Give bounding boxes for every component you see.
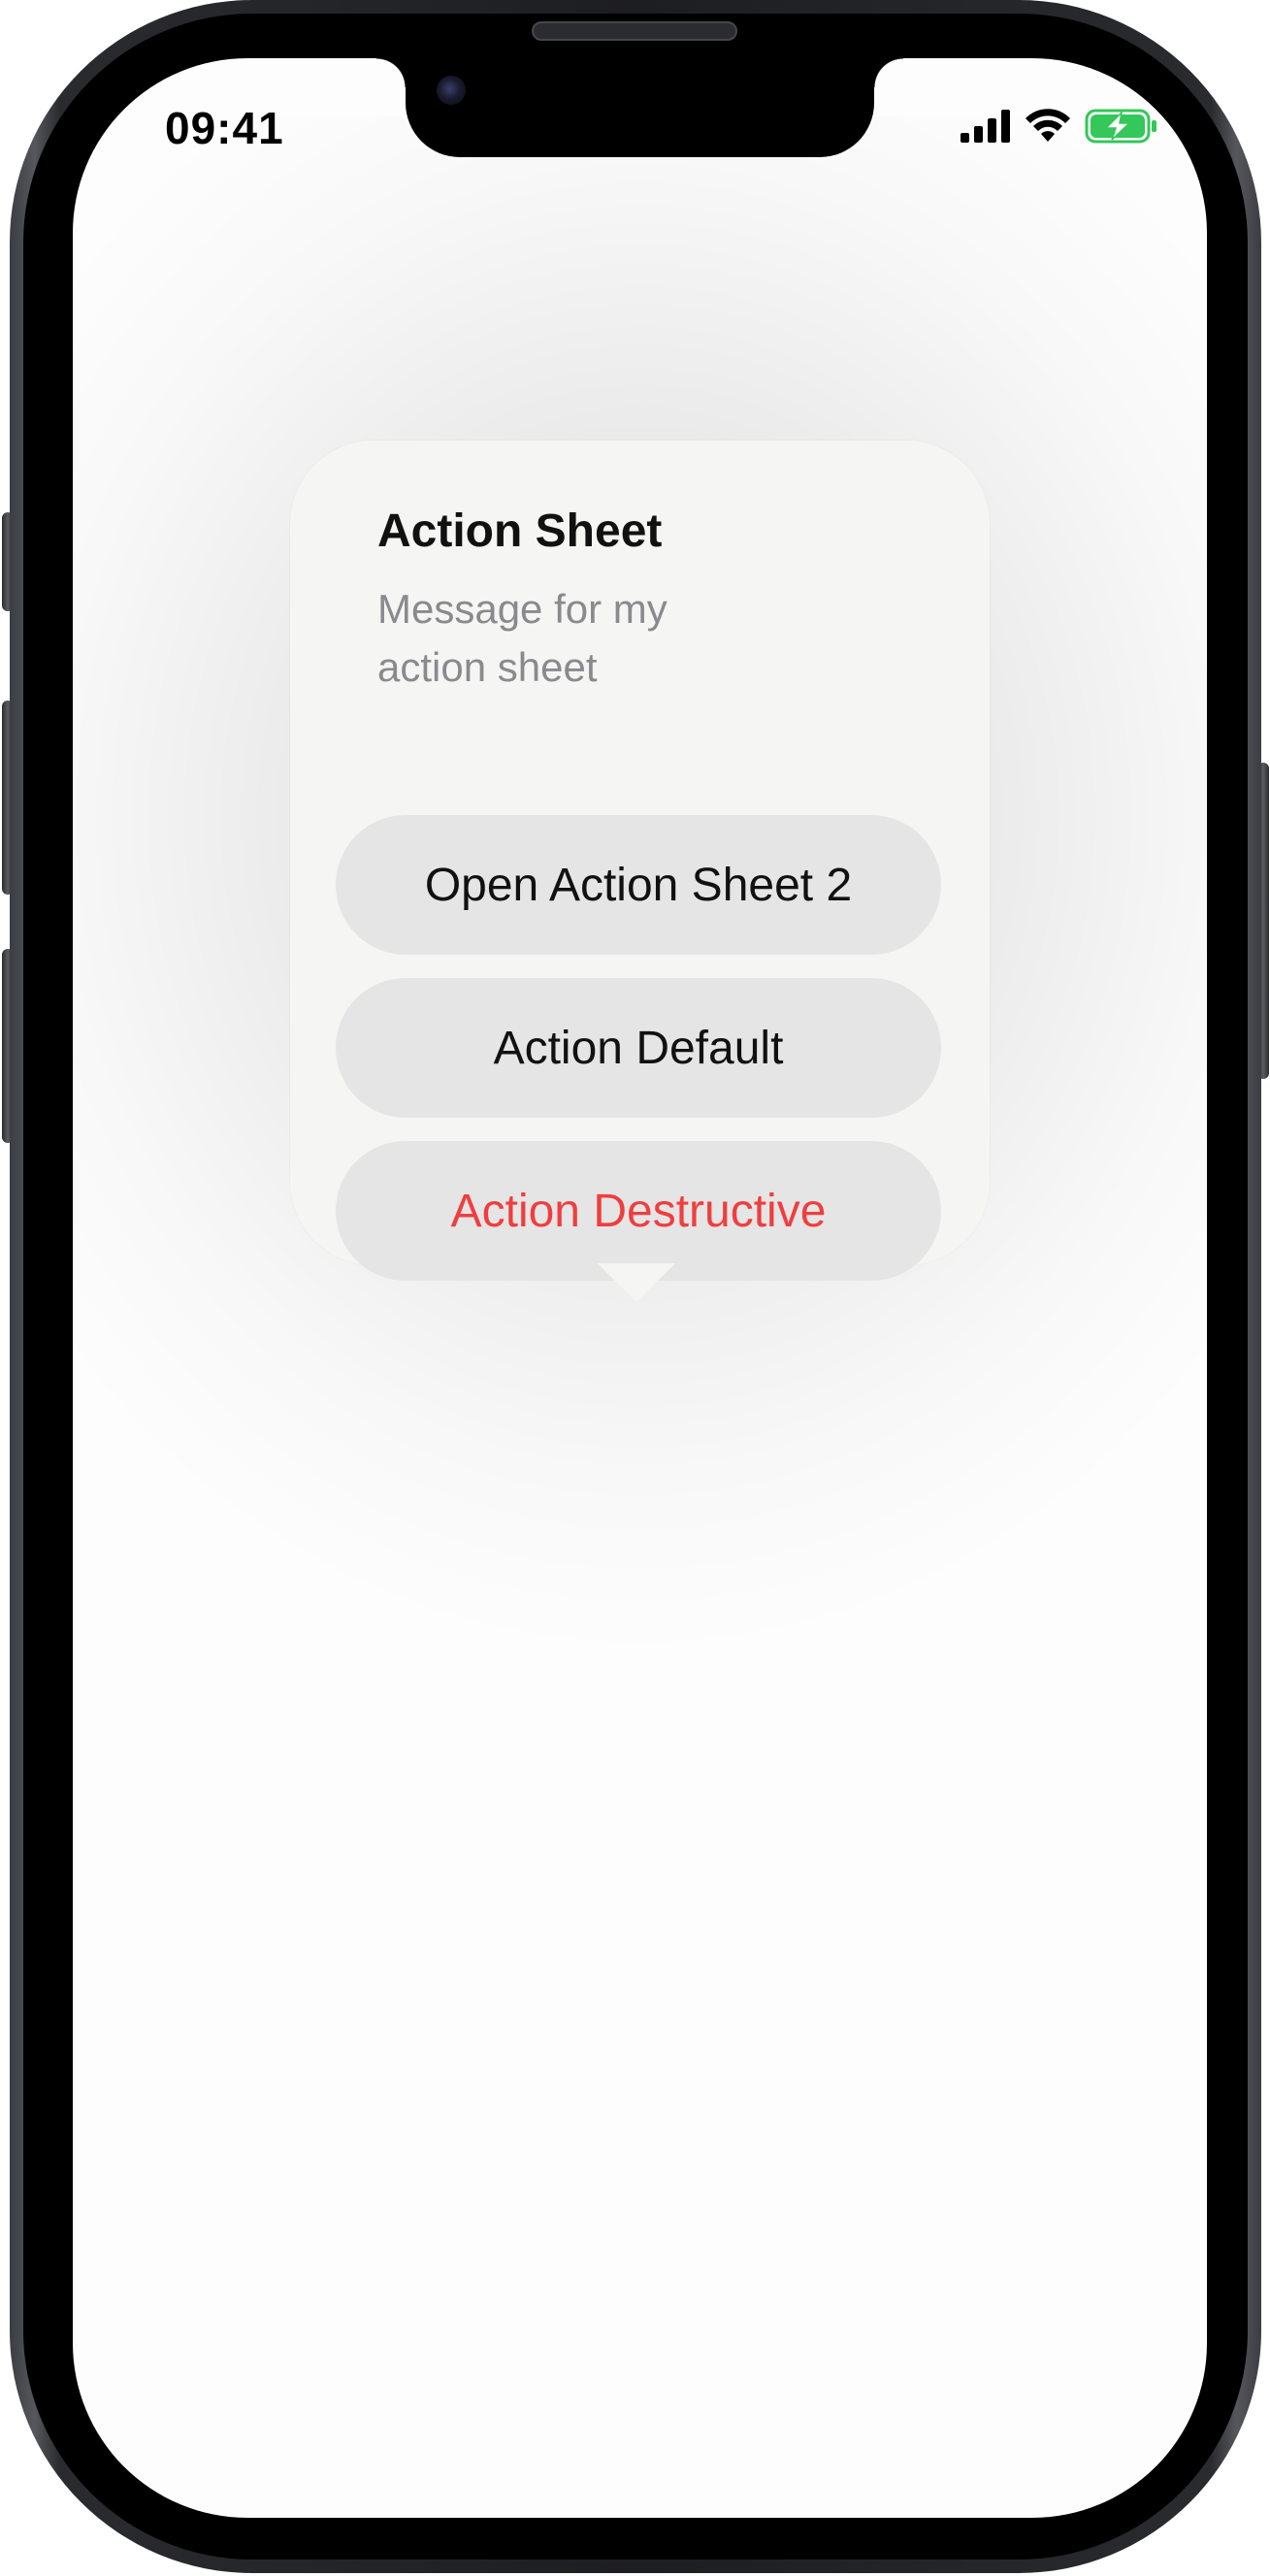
earpiece-speaker [532, 21, 737, 41]
action-destructive-button[interactable]: Action Destructive [336, 1141, 941, 1281]
button-label: Action Destructive [450, 1185, 827, 1237]
button-label: Open Action Sheet 2 [424, 859, 853, 911]
front-camera [437, 76, 466, 105]
button-label: Action Default [493, 1022, 784, 1074]
status-icons [961, 109, 1158, 144]
screen: 09:41 Action Sheet Message for my action… [73, 58, 1207, 2518]
notch [376, 58, 903, 157]
stage: 09:41 Action Sheet Message for my action… [0, 0, 1270, 2576]
action-sheet-title: Action Sheet [377, 505, 663, 557]
action-default-button[interactable]: Action Default [336, 978, 941, 1118]
action-sheet-message: Message for my action sheet [377, 586, 668, 690]
status-time: 09:41 [165, 103, 284, 153]
popover-arrow [598, 1263, 675, 1302]
wifi-icon [1026, 109, 1070, 142]
open-action-sheet-2-button[interactable]: Open Action Sheet 2 [336, 815, 941, 955]
action-sheet-popover: Action Sheet Message for my action sheet… [290, 440, 990, 1281]
cellular-signal-icon [961, 110, 1010, 143]
battery-charging-icon [1085, 109, 1156, 144]
